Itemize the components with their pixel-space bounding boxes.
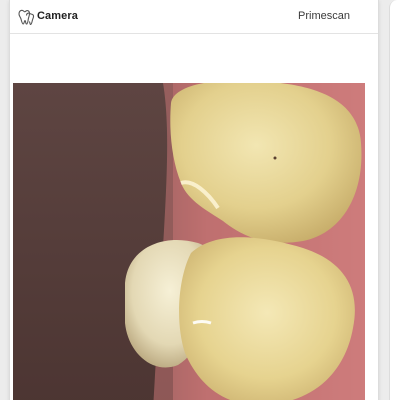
camera-panel-header: Camera Primescan (10, 0, 378, 34)
app-window: Camera Primescan (0, 0, 400, 400)
device-name: Primescan (298, 10, 350, 22)
side-panel-edge (389, 0, 400, 400)
camera-image[interactable] (13, 83, 365, 400)
camera-panel: Camera Primescan (9, 0, 379, 400)
teeth-icon (16, 7, 36, 27)
panel-title: Camera (37, 10, 78, 22)
